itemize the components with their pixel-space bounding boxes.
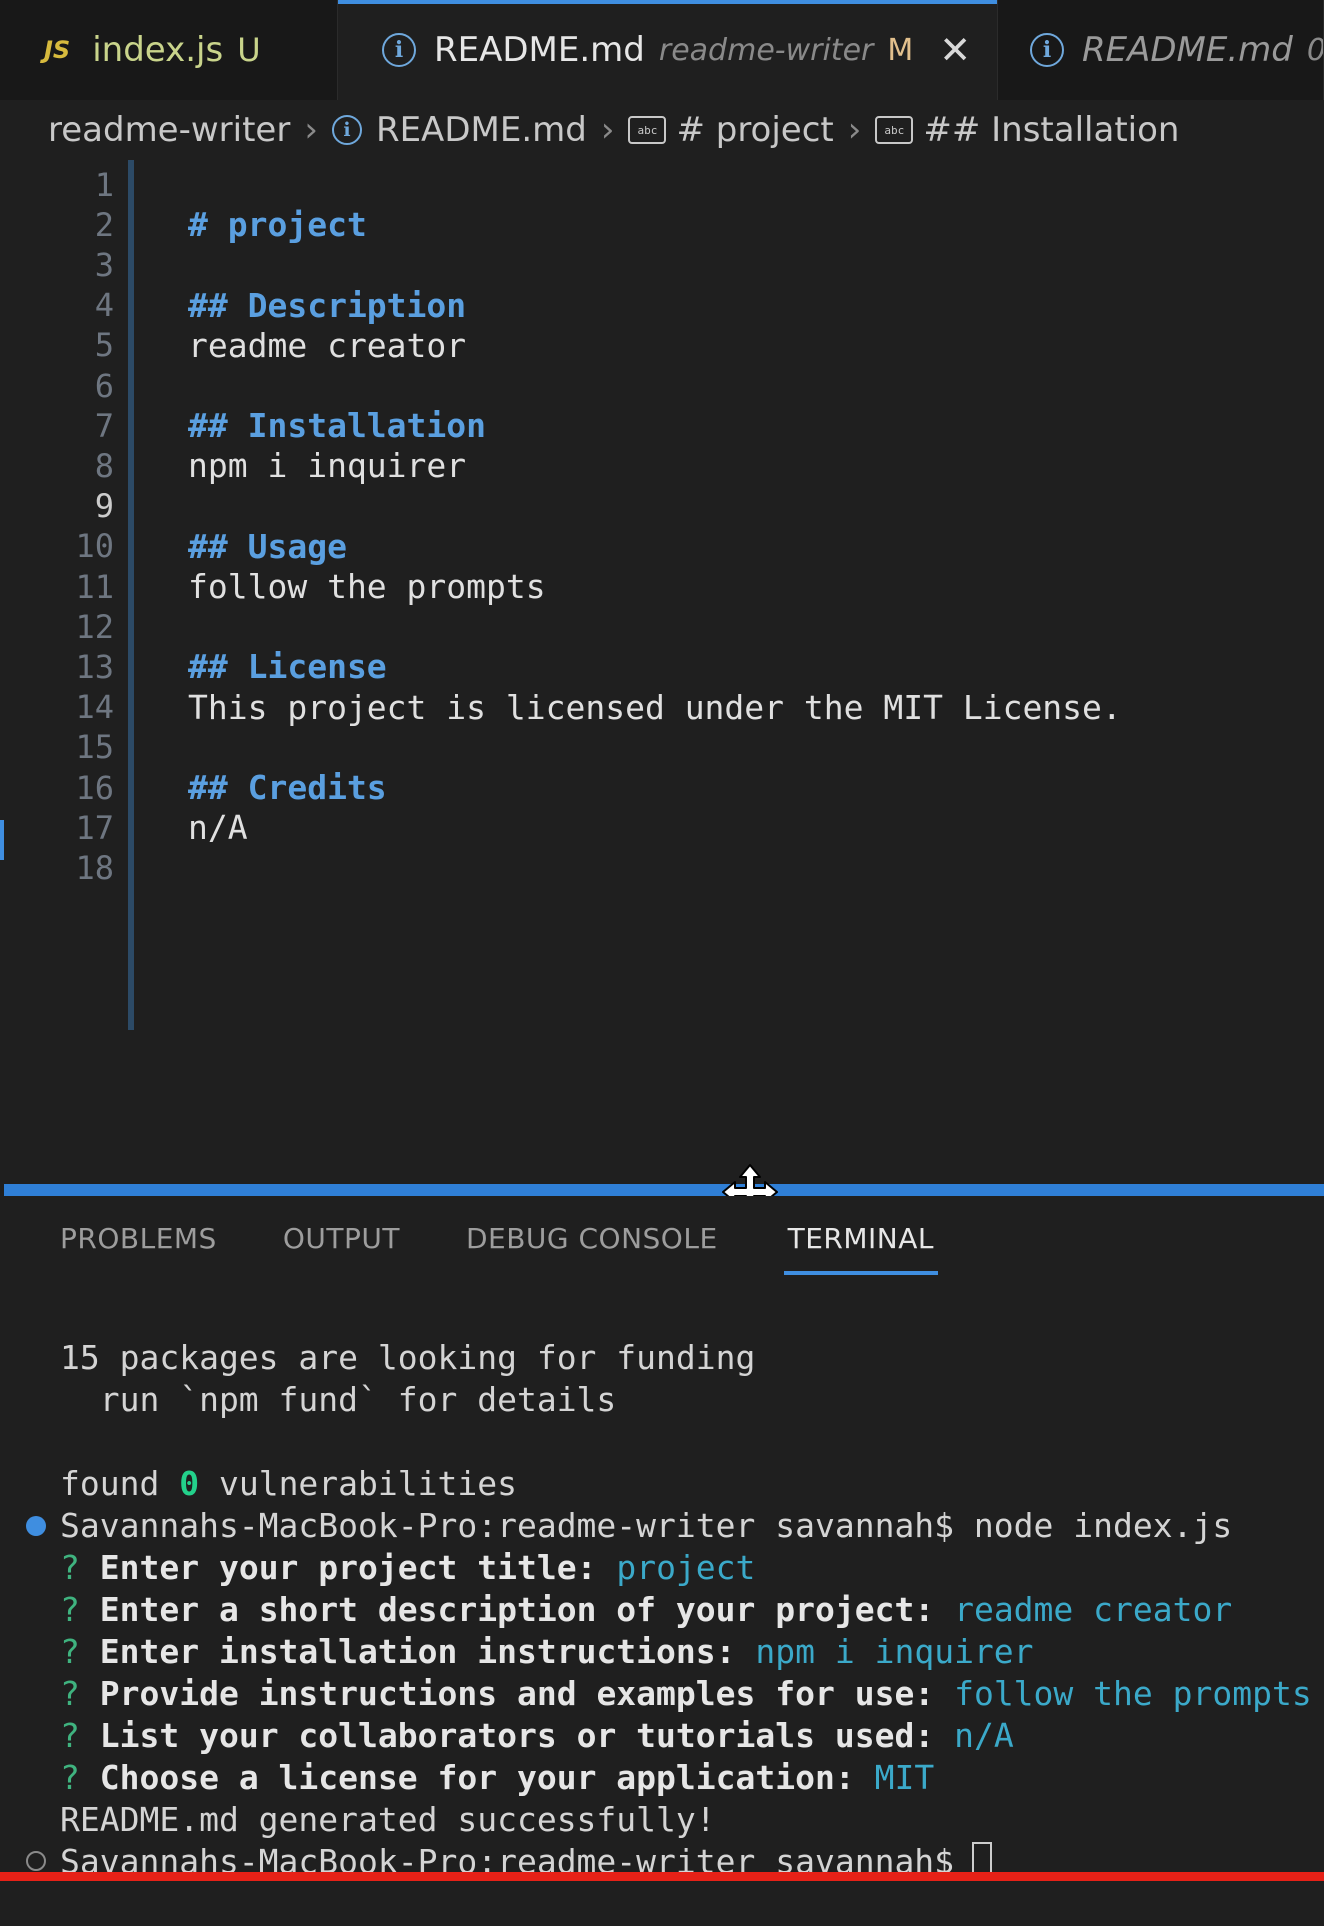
terminal-text: found	[60, 1463, 180, 1503]
panel-tab-bar: PROBLEMS OUTPUT DEBUG CONSOLE TERMINAL	[60, 1222, 1004, 1275]
question-mark-icon: ?	[60, 1673, 100, 1713]
question-mark-icon: ?	[60, 1715, 100, 1755]
tab-output[interactable]: OUTPUT	[283, 1222, 400, 1275]
tab-label: README.md	[434, 30, 645, 70]
prompt-question: Enter a short description of your projec…	[99, 1589, 935, 1629]
line-number: 9	[94, 487, 114, 526]
tab-folder-hint: 0	[1307, 33, 1323, 68]
inquirer-prompt-line: ? Choose a license for your application:…	[60, 1756, 934, 1798]
tab-label: README.md	[1082, 30, 1293, 70]
prompt-question: Choose a license for your application:	[99, 1757, 855, 1797]
question-mark-icon: ?	[60, 1757, 100, 1797]
line-number: 4	[94, 286, 114, 325]
string-symbol-icon: abc	[875, 116, 914, 144]
tab-debug-console[interactable]: DEBUG CONSOLE	[466, 1222, 718, 1275]
command-idle-dot-icon[interactable]	[26, 1851, 46, 1871]
inquirer-prompt-line: ? Enter your project title: project	[60, 1546, 755, 1588]
chevron-right-icon: ›	[600, 110, 615, 150]
bottom-panel: PROBLEMS OUTPUT DEBUG CONSOLE TERMINAL 1…	[0, 1196, 1324, 1926]
prompt-question: Enter installation instructions:	[99, 1631, 736, 1671]
modified-badge: M	[887, 32, 914, 68]
inquirer-prompt-line: ? List your collaborators or tutorials u…	[60, 1714, 1014, 1756]
markdown-heading: ## Usage	[188, 526, 347, 566]
line-number: 3	[94, 245, 114, 284]
prompt-answer: n/A	[954, 1715, 1014, 1755]
terminal-line: README.md generated successfully!	[60, 1799, 716, 1839]
line-number: 5	[94, 326, 114, 365]
terminal-line: run `npm fund` for details	[60, 1379, 617, 1419]
markdown-heading: ## Credits	[188, 768, 387, 807]
tab-readme-active[interactable]: i README.md readme-writer M ✕	[338, 0, 998, 100]
line-number: 11	[75, 567, 114, 606]
terminal-line: 15 packages are looking for funding	[60, 1337, 756, 1377]
info-icon: i	[1030, 33, 1064, 67]
question-mark-icon: ?	[60, 1631, 100, 1671]
javascript-file-icon: JS	[44, 36, 71, 64]
breadcrumb-section[interactable]: ## Installation	[923, 110, 1179, 150]
question-mark-icon: ?	[60, 1547, 100, 1587]
line-number: 12	[75, 607, 114, 646]
markdown-text: n/A	[188, 808, 248, 848]
question-mark-icon: ?	[60, 1589, 100, 1629]
line-number: 1	[94, 165, 114, 204]
info-icon: i	[331, 115, 362, 145]
markdown-text: npm i inquirer	[188, 446, 467, 486]
line-number: 8	[94, 446, 114, 485]
command-success-dot-icon[interactable]	[26, 1516, 46, 1536]
line-number: 6	[94, 366, 114, 405]
video-progress-bar	[0, 1872, 1324, 1881]
prompt-answer: npm i inquirer	[755, 1631, 1034, 1671]
line-number: 17	[75, 808, 114, 847]
editor-tab-bar: JS index.js U i README.md readme-writer …	[0, 0, 1324, 100]
markdown-text: This project is licensed under the MIT L…	[188, 687, 1122, 727]
prompt-answer: MIT	[874, 1757, 935, 1797]
line-number: 10	[75, 527, 114, 566]
editor-line[interactable]: 18	[0, 843, 1324, 892]
close-icon[interactable]: ✕	[939, 31, 971, 69]
markdown-heading: ## Installation	[188, 406, 487, 446]
tab-readme-preview[interactable]: i README.md 0	[998, 0, 1324, 100]
tab-folder-hint: readme-writer	[658, 32, 874, 68]
line-number: 16	[75, 768, 114, 807]
markdown-text: readme creator	[188, 325, 467, 365]
line-number: 2	[94, 205, 114, 244]
markdown-heading: ## License	[188, 647, 387, 687]
panel-resize-sash[interactable]	[4, 1184, 1324, 1196]
prompt-answer: follow the prompts	[954, 1673, 1312, 1713]
chevron-right-icon: ›	[847, 110, 862, 150]
line-number: 7	[94, 406, 114, 445]
breadcrumb-file[interactable]: README.md	[376, 110, 587, 150]
tab-problems[interactable]: PROBLEMS	[60, 1222, 217, 1275]
breadcrumb-folder[interactable]: readme-writer	[48, 110, 290, 150]
line-number: 13	[75, 647, 114, 686]
terminal-text: vulnerabilities	[199, 1463, 517, 1503]
tab-terminal[interactable]: TERMINAL	[783, 1222, 939, 1275]
inquirer-prompt-line: ? Provide instructions and examples for …	[60, 1672, 1312, 1714]
inquirer-prompt-line: ? Enter installation instructions: npm i…	[60, 1630, 1034, 1672]
breadcrumb-section[interactable]: # project	[676, 110, 833, 150]
code-editor[interactable]: 1 2 # project 3 4 ## Description 5 readme creat…	[0, 160, 1324, 1180]
terminal-line: found 0 vulnerabilities	[60, 1462, 517, 1504]
line-number: 15	[75, 728, 114, 767]
breadcrumb: readme-writer › i README.md › abc # proj…	[48, 104, 1179, 156]
line-number: 18	[75, 848, 114, 887]
prompt-answer: readme creator	[954, 1589, 1233, 1629]
prompt-question: Enter your project title:	[99, 1547, 597, 1587]
vulnerability-count: 0	[179, 1463, 200, 1503]
markdown-heading: ## Description	[188, 285, 467, 325]
inquirer-prompt-line: ? Enter a short description of your proj…	[60, 1588, 1232, 1630]
tab-index-js[interactable]: JS index.js U	[0, 0, 338, 100]
chevron-right-icon: ›	[304, 110, 318, 150]
markdown-text: follow the prompts	[188, 567, 546, 606]
line-number: 14	[75, 688, 114, 727]
markdown-heading: # project	[188, 205, 367, 245]
prompt-question: List your collaborators or tutorials use…	[99, 1715, 935, 1755]
tab-label: index.js	[92, 30, 224, 70]
prompt-question: Provide instructions and examples for us…	[99, 1673, 935, 1713]
terminal-command-line: Savannahs-MacBook-Pro:readme-writer sava…	[60, 1505, 1233, 1545]
string-symbol-icon: abc	[628, 116, 667, 144]
prompt-answer: project	[616, 1547, 756, 1587]
untracked-badge: U	[237, 31, 261, 69]
info-icon: i	[382, 33, 416, 67]
